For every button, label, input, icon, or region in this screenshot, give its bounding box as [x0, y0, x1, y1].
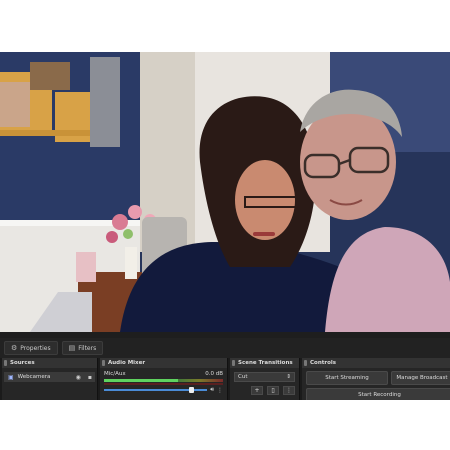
manage-broadcast-button[interactable]: Manage Broadcast [391, 371, 450, 385]
dock-area: Sources ▣ Webcamera ◉ ▪ Audio Mixer Mic/… [0, 358, 450, 400]
volume-meter [104, 379, 223, 382]
volume-slider[interactable] [104, 387, 208, 393]
sources-title: Sources [10, 360, 35, 366]
obs-window: ⚙ Properties ▤ Filters Sources ▣ Webcame… [0, 52, 450, 400]
filters-button[interactable]: ▤ Filters [61, 341, 104, 355]
volume-fader-row: 🔊︎ ⋮ [104, 386, 223, 394]
drag-handle-icon [304, 360, 307, 366]
gear-icon: ⚙ [11, 344, 18, 352]
camera-icon: ▣ [8, 373, 14, 381]
properties-button[interactable]: ⚙ Properties [4, 341, 58, 355]
speaker-icon[interactable]: 🔊︎ [210, 386, 214, 394]
drag-handle-icon [4, 360, 7, 366]
volume-slider-handle[interactable] [188, 387, 194, 393]
volume-meter-fill [104, 379, 178, 382]
transition-select[interactable]: Cut ⇕ [234, 372, 295, 382]
controls-dock: Controls Start Streaming Manage Broadcas… [302, 358, 450, 400]
source-toolbar: ⚙ Properties ▤ Filters [0, 338, 450, 358]
filters-label: Filters [78, 344, 97, 352]
transition-buttons: + ▯ ⋮ [234, 386, 295, 395]
volume-meter-secondary [104, 383, 223, 385]
trash-icon: ▯ [271, 387, 275, 394]
scene-transitions-title: Scene Transitions [238, 360, 293, 366]
source-item-name: Webcamera [17, 374, 51, 380]
eye-icon[interactable]: ◉ [76, 374, 81, 381]
start-streaming-button[interactable]: Start Streaming [306, 371, 388, 385]
more-options-icon[interactable]: ⋮ [217, 387, 223, 394]
scene-transitions-dock: Scene Transitions Cut ⇕ + ▯ ⋮ [230, 358, 300, 400]
sources-title-bar[interactable]: Sources [2, 358, 97, 368]
controls-title: Controls [310, 360, 337, 366]
updown-icon: ⇕ [286, 374, 291, 380]
drag-handle-icon [232, 360, 235, 366]
start-recording-button[interactable]: Start Recording [306, 388, 450, 400]
transition-selected: Cut [238, 374, 248, 380]
sources-dock: Sources ▣ Webcamera ◉ ▪ [2, 358, 98, 400]
channel-level-text: 0.0 dB [205, 371, 223, 377]
source-item[interactable]: ▣ Webcamera ◉ ▪ [4, 372, 95, 382]
remove-transition-button[interactable]: ▯ [267, 386, 279, 395]
scene-transitions-title-bar[interactable]: Scene Transitions [230, 358, 299, 368]
channel-name: Mic/Aux [104, 371, 126, 377]
drag-handle-icon [102, 360, 105, 366]
controls-title-bar[interactable]: Controls [302, 358, 450, 368]
webcam-frame [0, 52, 450, 332]
add-transition-button[interactable]: + [251, 386, 263, 395]
audio-mixer-title: Audio Mixer [108, 360, 146, 366]
lock-icon[interactable]: ▪ [88, 374, 92, 381]
audio-mixer-dock: Audio Mixer Mic/Aux 0.0 dB 🔊︎ ⋮ [100, 358, 228, 400]
more-options-icon: ⋮ [286, 387, 292, 394]
transition-menu-button[interactable]: ⋮ [283, 386, 295, 395]
mixer-channel-header: Mic/Aux 0.0 dB [100, 368, 227, 377]
properties-label: Properties [20, 344, 51, 352]
filter-icon: ▤ [68, 344, 76, 352]
preview-canvas[interactable] [0, 52, 450, 332]
audio-mixer-title-bar[interactable]: Audio Mixer [100, 358, 227, 368]
plus-icon: + [254, 387, 260, 394]
